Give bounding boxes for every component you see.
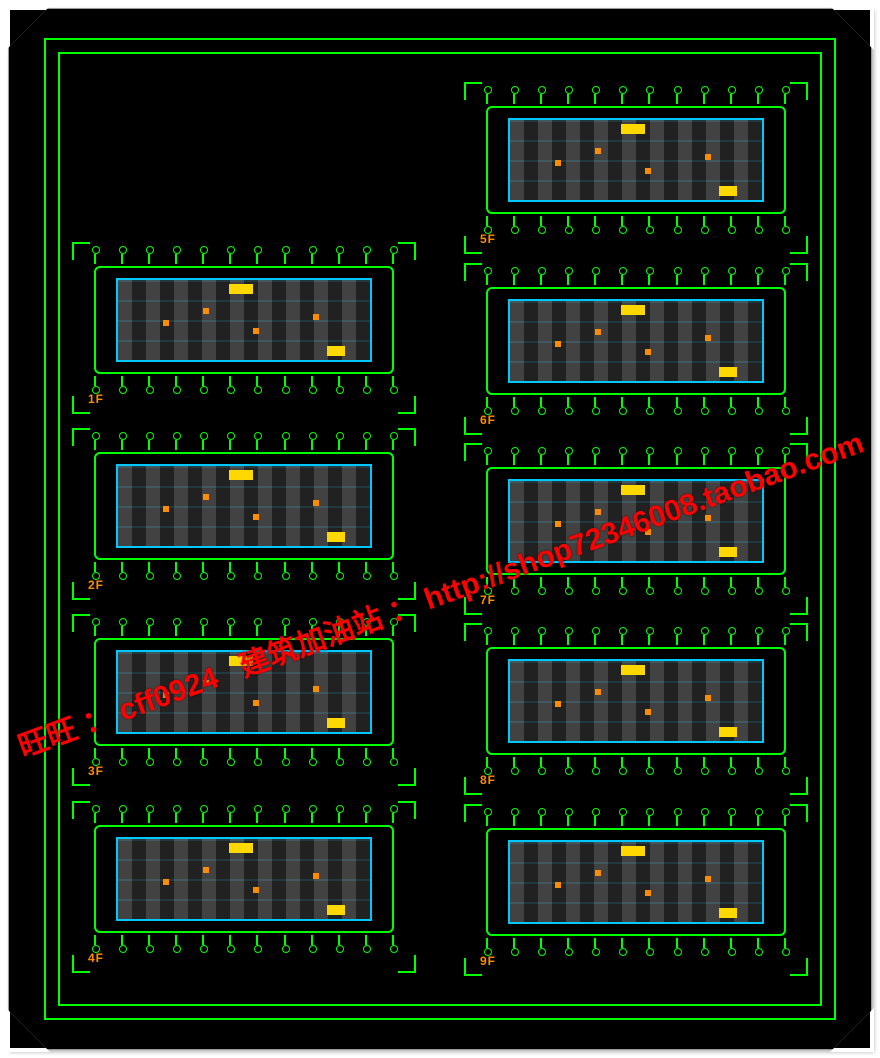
axis-ticks bbox=[486, 216, 786, 226]
floor-label: 9F bbox=[480, 954, 496, 968]
crop-mark-icon bbox=[72, 614, 90, 632]
axis-ticks bbox=[94, 562, 394, 572]
crop-mark-icon bbox=[790, 417, 808, 435]
floorplan-grid: 1F 2F 3F 4F 5F 6F 7F 8F 9F bbox=[78, 78, 802, 980]
floorplan-outline bbox=[486, 287, 786, 395]
floorplan-cell: 6F bbox=[470, 269, 802, 429]
floorplan-outline bbox=[486, 647, 786, 755]
crop-mark-icon bbox=[398, 428, 416, 446]
floor-label: 2F bbox=[88, 578, 104, 592]
crop-mark-icon bbox=[398, 614, 416, 632]
axis-ticks bbox=[94, 254, 394, 264]
floorplan-cell: 9F bbox=[470, 810, 802, 970]
crop-mark-icon bbox=[790, 804, 808, 822]
floor-label: 3F bbox=[88, 764, 104, 778]
axis-ticks bbox=[486, 757, 786, 767]
floorplan-rooms bbox=[116, 464, 372, 548]
axis-ticks bbox=[486, 816, 786, 826]
crop-mark-icon bbox=[790, 443, 808, 461]
floor-label: 4F bbox=[88, 951, 104, 965]
axis-ticks bbox=[486, 577, 786, 587]
axis-ticks bbox=[486, 635, 786, 645]
axis-ticks bbox=[94, 440, 394, 450]
floor-label: 1F bbox=[88, 392, 104, 406]
axis-ticks bbox=[94, 935, 394, 945]
axis-ticks bbox=[486, 455, 786, 465]
axis-ticks bbox=[94, 748, 394, 758]
crop-mark-icon bbox=[790, 597, 808, 615]
floorplan-outline bbox=[94, 825, 394, 933]
floorplan-outline bbox=[486, 467, 786, 575]
marker-icon bbox=[163, 692, 169, 698]
crop-mark-icon bbox=[398, 396, 416, 414]
marker-icon bbox=[555, 341, 561, 347]
crop-mark-icon bbox=[790, 958, 808, 976]
floorplan-outline bbox=[94, 266, 394, 374]
floorplan-cell: 5F bbox=[470, 88, 802, 248]
floor-label: 8F bbox=[480, 773, 496, 787]
marker-icon bbox=[555, 882, 561, 888]
marker-icon bbox=[555, 160, 561, 166]
crop-mark-icon bbox=[398, 242, 416, 260]
floorplan-cell: 4F bbox=[78, 807, 410, 967]
axis-ticks bbox=[486, 397, 786, 407]
floorplan-outline bbox=[94, 638, 394, 746]
crop-mark-icon bbox=[464, 623, 482, 641]
floorplan-rooms bbox=[116, 650, 372, 734]
crop-mark-icon bbox=[464, 82, 482, 100]
axis-ticks bbox=[94, 813, 394, 823]
crop-mark-icon bbox=[790, 777, 808, 795]
crop-mark-icon bbox=[790, 82, 808, 100]
crop-mark-icon bbox=[398, 955, 416, 973]
crop-mark-icon bbox=[398, 801, 416, 819]
floorplan-rooms bbox=[116, 278, 372, 362]
photo-frame: 1F2F3F4F 5F6F7F8F9F 旺旺 ： cff0924 建筑加油站 ：… bbox=[8, 8, 872, 1050]
crop-mark-icon bbox=[72, 242, 90, 260]
marker-icon bbox=[163, 879, 169, 885]
floorplan-column-right: 5F 6F 7F 8F 9F bbox=[470, 78, 802, 980]
axis-ticks bbox=[486, 938, 786, 948]
photo-corner-icon bbox=[830, 1008, 874, 1052]
floorplan-cell: 1F bbox=[78, 248, 410, 408]
floorplan-cell: 7F bbox=[470, 449, 802, 609]
photo-corner-icon bbox=[830, 6, 874, 50]
floorplan-outline bbox=[94, 452, 394, 560]
page: 1F2F3F4F 5F6F7F8F9F 旺旺 ： cff0924 建筑加油站 ：… bbox=[0, 0, 880, 1058]
crop-mark-icon bbox=[398, 768, 416, 786]
crop-mark-icon bbox=[72, 428, 90, 446]
marker-icon bbox=[555, 701, 561, 707]
floorplan-rooms bbox=[508, 659, 764, 743]
crop-mark-icon bbox=[398, 582, 416, 600]
floorplan-rooms bbox=[508, 840, 764, 924]
axis-ticks bbox=[486, 275, 786, 285]
marker-icon bbox=[163, 506, 169, 512]
crop-mark-icon bbox=[790, 236, 808, 254]
marker-icon bbox=[555, 521, 561, 527]
empty-slot bbox=[78, 91, 410, 221]
floorplan-outline bbox=[486, 828, 786, 936]
axis-ticks bbox=[94, 626, 394, 636]
floorplan-cell: 3F bbox=[78, 620, 410, 780]
floor-label: 6F bbox=[480, 413, 496, 427]
axis-ticks bbox=[486, 94, 786, 104]
floorplan-rooms bbox=[508, 118, 764, 202]
crop-mark-icon bbox=[464, 804, 482, 822]
crop-mark-icon bbox=[464, 263, 482, 281]
floorplan-rooms bbox=[116, 837, 372, 921]
floorplan-cell: 8F bbox=[470, 629, 802, 789]
crop-mark-icon bbox=[790, 263, 808, 281]
floor-label: 5F bbox=[480, 232, 496, 246]
axis-ticks bbox=[94, 376, 394, 386]
floorplan-cell: 2F bbox=[78, 434, 410, 594]
floor-label: 7F bbox=[480, 593, 496, 607]
crop-mark-icon bbox=[464, 443, 482, 461]
marker-icon bbox=[163, 320, 169, 326]
crop-mark-icon bbox=[72, 801, 90, 819]
floorplan-outline bbox=[486, 106, 786, 214]
floorplan-column-left: 1F 2F 3F 4F bbox=[78, 78, 410, 980]
floorplan-rooms bbox=[508, 299, 764, 383]
floorplan-rooms bbox=[508, 479, 764, 563]
crop-mark-icon bbox=[790, 623, 808, 641]
